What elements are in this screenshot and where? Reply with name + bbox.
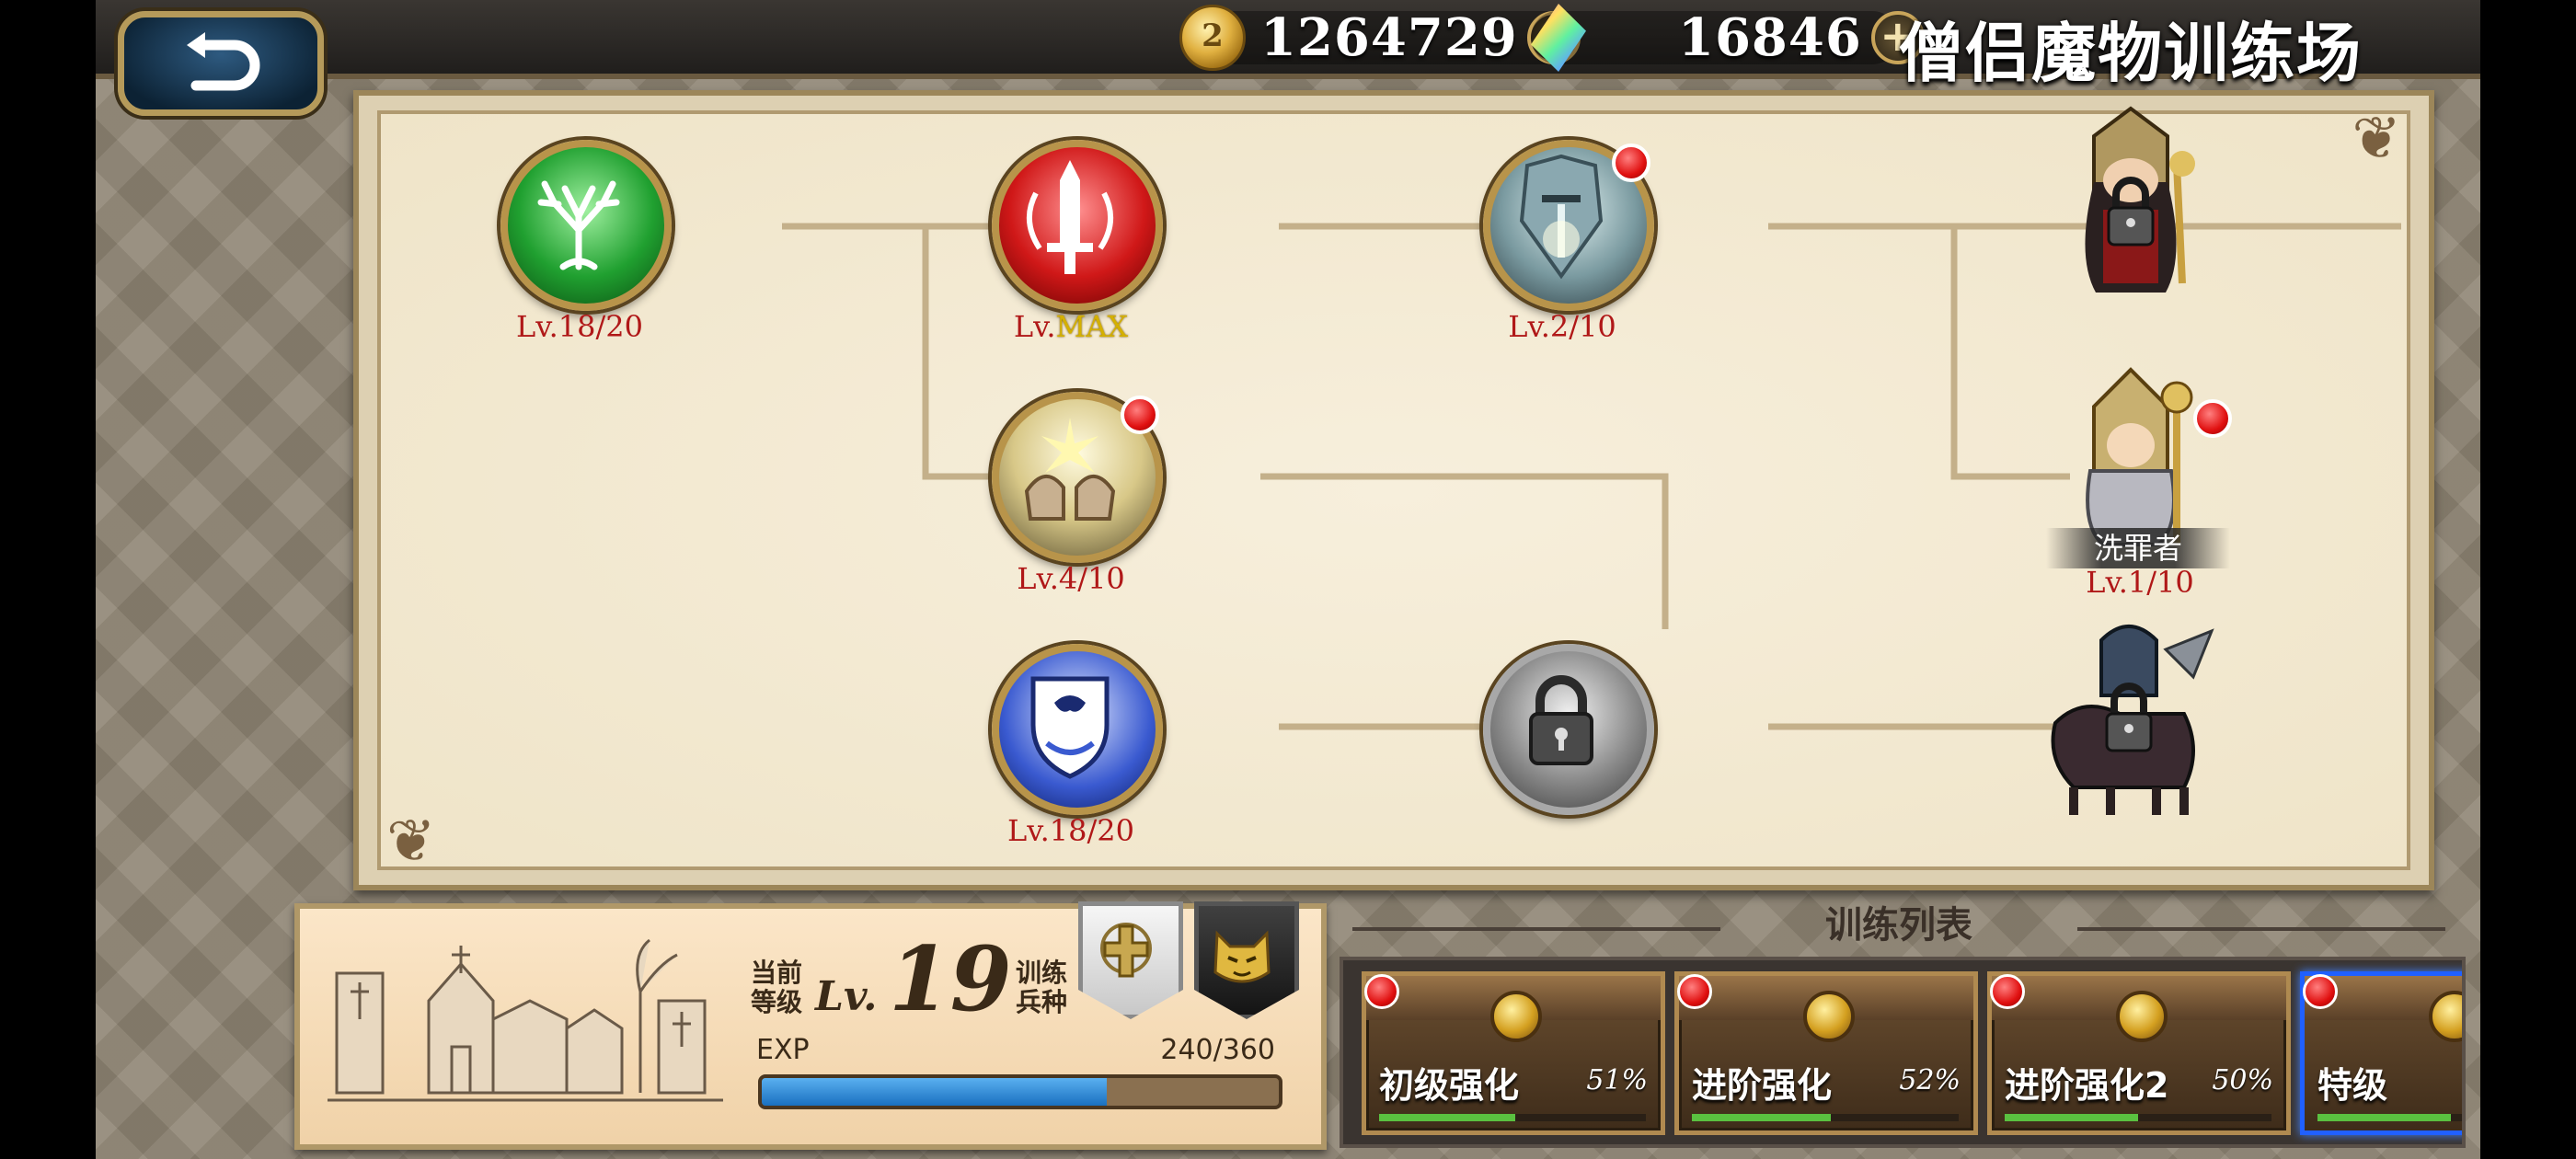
training-list-title: 训练列表 — [1825, 904, 1972, 947]
card-title: 进阶强化2 — [2005, 1065, 2169, 1106]
card-progress-fill — [1692, 1114, 1831, 1121]
skill-shield-node[interactable] — [992, 644, 1163, 815]
card-progress-fill — [2317, 1114, 2451, 1121]
dark-priest-unit-icon — [2085, 106, 2195, 293]
card-progress-bar — [2005, 1114, 2271, 1121]
notification-dot — [1677, 974, 1712, 1009]
card-progress-bar — [1379, 1114, 1646, 1121]
card-percent: 50% — [2212, 1064, 2273, 1096]
sword-icon — [1026, 160, 1114, 274]
warrior-portrait-icon — [1519, 154, 1604, 280]
back-button[interactable] — [118, 11, 324, 116]
card-percent: 52% — [1899, 1064, 1961, 1096]
back-arrow-icon — [187, 32, 260, 91]
training-card-advanced-2[interactable]: 进阶强化2 50% — [1987, 971, 2291, 1135]
exp-progress-bar — [758, 1074, 1282, 1109]
monster-class-badge[interactable] — [1194, 901, 1299, 1019]
unit-middle-level: Lv.1/10 — [2086, 565, 2194, 600]
skill-sword-level: Lv.MAX — [960, 309, 1181, 344]
gold-knob-icon — [2116, 991, 2168, 1042]
current-level-label: 当前等级 — [751, 958, 803, 1017]
unit-middle-name: 洗罪者 — [2046, 528, 2230, 568]
training-card-advanced[interactable]: 进阶强化 52% — [1674, 971, 1978, 1135]
training-info-panel: 当前等级 Lv. 19 训练兵种 EXP 240/360 — [294, 901, 1327, 1150]
unit-middle-notification-dot — [2193, 399, 2232, 438]
train-unit-label: 训练兵种 — [1016, 958, 1068, 1017]
current-level-value: 19 — [889, 927, 1012, 1031]
padlock-icon — [1529, 675, 1593, 765]
skill-tree-level: Lv.18/20 — [516, 309, 643, 344]
cat-face-icon — [1213, 930, 1271, 983]
skill-warrior-level: Lv.2/10 — [1508, 309, 1616, 344]
card-title: 进阶强化 — [1692, 1065, 1833, 1106]
level-prefix: Lv. — [1013, 309, 1056, 344]
card-progress-bar — [1692, 1114, 1959, 1121]
training-card-special[interactable]: 特级 — [2300, 971, 2462, 1135]
dark-rider-unit-icon — [2051, 625, 2214, 815]
unit-bottom-locked[interactable] — [2028, 613, 2214, 824]
level-max-label: MAX — [1055, 309, 1129, 344]
skill-hands-notification-dot — [1121, 396, 1159, 434]
gold-counter: 2 1264729 + — [1179, 5, 1581, 71]
exp-value: 240/360 — [1160, 1034, 1275, 1066]
card-title: 特级 — [2317, 1065, 2388, 1106]
gem-amount: 16846 — [1678, 7, 1862, 68]
tree-icon — [537, 180, 620, 270]
skill-tree-node[interactable] — [500, 140, 672, 311]
gold-knob-icon — [1490, 991, 1542, 1042]
corner-ornament-bottom-left: ❦ — [386, 808, 436, 876]
card-percent: 51% — [1586, 1064, 1648, 1096]
gem-counter: 16846 + — [1531, 4, 1925, 72]
exp-progress-fill — [762, 1078, 1107, 1106]
unit-top-locked[interactable] — [2039, 99, 2223, 311]
training-card-basic[interactable]: 初级强化 51% — [1362, 971, 1665, 1135]
page-title: 僧侣魔物训练场 — [1899, 16, 2363, 91]
shield-icon — [1030, 676, 1110, 779]
right-letterbox — [2480, 0, 2576, 1159]
skill-sword-node[interactable] — [992, 140, 1163, 311]
priest-class-badge[interactable] — [1078, 901, 1183, 1019]
left-letterbox — [0, 0, 96, 1159]
notification-dot — [1364, 974, 1399, 1009]
level-prefix: Lv. — [815, 973, 878, 1020]
exp-label: EXP — [756, 1034, 810, 1066]
training-list[interactable]: 初级强化 51% 进阶强化 52% 进阶强化2 50% 特级 — [1340, 957, 2466, 1148]
rainbow-gem-icon — [1531, 4, 1586, 72]
corner-ornament-top-right: ❦ — [2352, 105, 2401, 173]
cross-icon — [1100, 923, 1152, 978]
gold-coin-icon: 2 — [1179, 5, 1246, 71]
card-title: 初级强化 — [1379, 1065, 1520, 1106]
gold-knob-icon — [1803, 991, 1855, 1042]
praying-hands-icon — [1024, 418, 1116, 521]
church-graveyard-illustration — [328, 938, 723, 1102]
card-progress-fill — [1379, 1114, 1515, 1121]
gold-amount: 1264729 — [1260, 7, 1518, 68]
card-progress-fill — [2005, 1114, 2138, 1121]
skill-locked-node[interactable] — [1483, 644, 1654, 815]
training-list-header: 训练列表 — [1340, 900, 2458, 951]
notification-dot — [2303, 974, 2338, 1009]
skill-shield-level: Lv.18/20 — [1007, 813, 1134, 848]
skill-hands-level: Lv.4/10 — [1017, 561, 1125, 596]
skill-warrior-notification-dot — [1612, 143, 1650, 182]
card-progress-bar — [2317, 1114, 2462, 1121]
notification-dot — [1990, 974, 2025, 1009]
game-screen: 2 1264729 + 16846 + 僧侣魔物训练场 ❦ ❦ — [96, 0, 2480, 1159]
